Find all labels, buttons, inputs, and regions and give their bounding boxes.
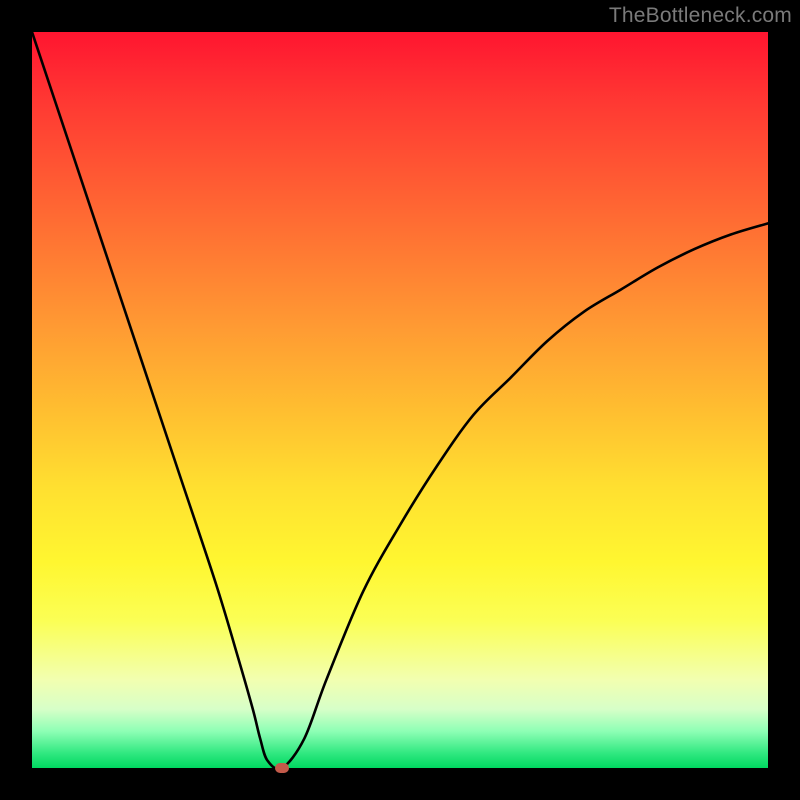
plot-area — [32, 32, 768, 768]
chart-frame: TheBottleneck.com — [0, 0, 800, 800]
bottleneck-curve — [32, 32, 768, 768]
minimum-marker — [275, 763, 289, 773]
watermark-text: TheBottleneck.com — [609, 4, 792, 28]
